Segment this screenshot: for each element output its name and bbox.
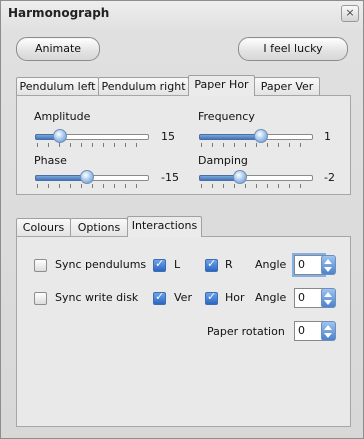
tab-pendulum-left[interactable]: Pendulum left [16,77,99,96]
title-bar: Harmonograph × [1,1,363,25]
paper-rotation-label: Paper rotation [207,325,285,338]
sync-write-disk-checkbox[interactable] [34,292,47,305]
i-feel-lucky-button[interactable]: I feel lucky [238,37,348,61]
r-label: R [225,258,233,271]
tab-paper-hor[interactable]: Paper Hor [188,75,255,96]
damping-slider[interactable] [199,170,313,188]
spinner-arrows-icon[interactable] [321,255,336,275]
close-icon: × [345,6,355,19]
slider-thumb[interactable] [53,129,67,143]
sync-pendulums-label: Sync pendulums [55,258,147,271]
check-icon: ✓ [155,290,165,303]
l-checkbox[interactable]: ✓ [153,257,166,272]
angle-input-1[interactable]: 0 [294,255,324,275]
angle-label-1: Angle [255,258,287,271]
damping-value: -2 [324,171,335,184]
tab-colours[interactable]: Colours [16,218,71,237]
tab-pendulum-right[interactable]: Pendulum right [98,77,189,96]
hor-checkbox[interactable]: ✓ [205,290,218,305]
r-checkbox[interactable]: ✓ [205,257,218,272]
spinner-arrows-icon[interactable] [321,321,336,341]
amplitude-label: Amplitude [34,110,91,123]
tab-paper-ver[interactable]: Paper Ver [254,77,320,96]
paper-hor-panel: Amplitude 15 Frequency 1 Phase -15 Dampi… [16,95,351,195]
l-label: L [174,258,181,271]
angle-label-2: Angle [255,291,287,304]
slider-thumb[interactable] [80,170,94,184]
animate-button[interactable]: Animate [16,37,100,61]
phase-label: Phase [34,154,67,167]
frequency-slider[interactable] [199,129,313,147]
paper-rotation-input[interactable]: 0 [294,321,324,341]
slider-ticks [37,184,147,188]
slider-thumb[interactable] [254,129,268,143]
paper-rotation-spinner[interactable]: 0 [294,321,336,341]
sync-pendulums-checkbox[interactable] [34,259,47,272]
frequency-label: Frequency [198,110,255,123]
phase-slider[interactable] [35,170,149,188]
damping-label: Damping [198,154,248,167]
amplitude-slider[interactable] [35,129,149,147]
close-button[interactable]: × [341,5,359,22]
phase-value: -15 [161,171,179,184]
amplitude-value: 15 [161,130,175,143]
tab-interactions[interactable]: Interactions [127,216,202,237]
window-title: Harmonograph [8,6,110,20]
angle-spinner-2[interactable]: 0 [294,288,336,308]
sync-write-disk-label: Sync write disk [55,291,139,304]
tab-options[interactable]: Options [70,218,128,237]
check-icon: ✓ [207,257,217,270]
frequency-value: 1 [324,130,331,143]
interactions-panel: Sync pendulums ✓ L ✓ R Angle 0 Sync writ… [16,236,351,427]
ver-label: Ver [174,291,192,304]
slider-thumb[interactable] [233,170,247,184]
hor-label: Hor [225,291,245,304]
check-icon: ✓ [155,257,165,270]
slider-ticks [201,184,311,188]
check-icon: ✓ [207,290,217,303]
harmonograph-window: Harmonograph × Animate I feel lucky Pend… [0,0,364,439]
angle-input-2[interactable]: 0 [294,288,324,308]
ver-checkbox[interactable]: ✓ [153,290,166,305]
spinner-arrows-icon[interactable] [321,288,336,308]
slider-ticks [201,143,311,147]
slider-ticks [37,143,147,147]
angle-spinner-1[interactable]: 0 [294,255,336,275]
